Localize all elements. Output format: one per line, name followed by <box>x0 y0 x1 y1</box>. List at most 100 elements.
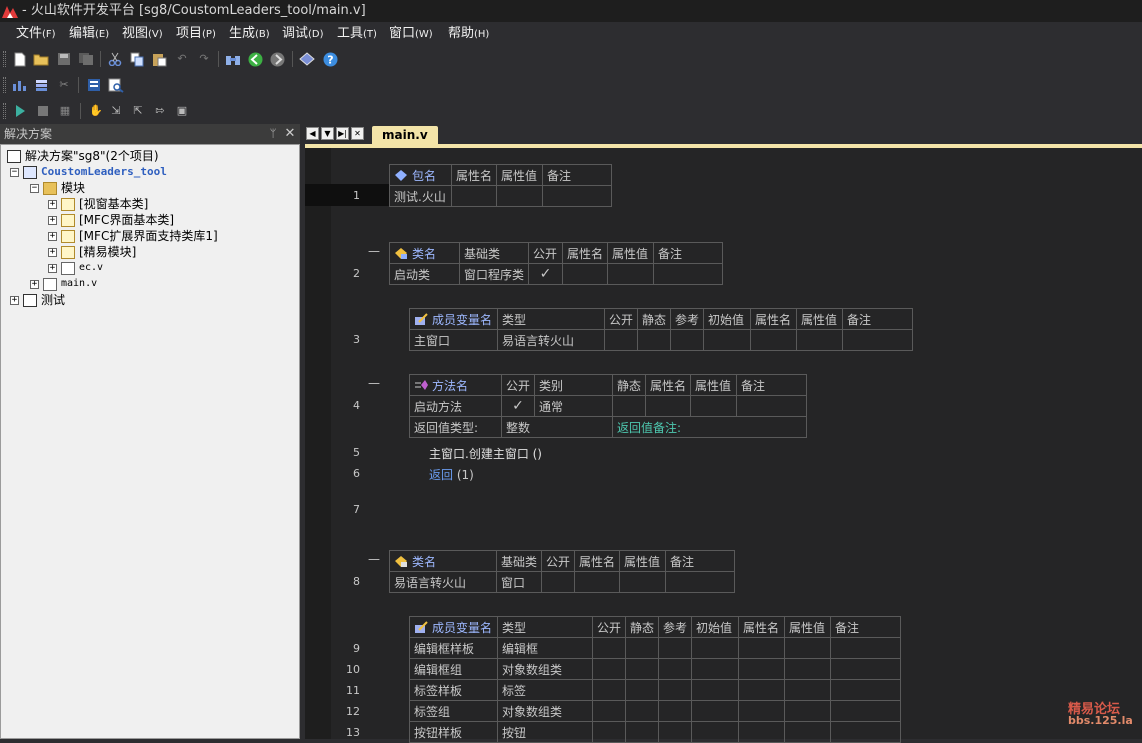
code-line-call[interactable]: 主窗口.创建主窗口 () <box>429 445 542 462</box>
menu-view[interactable]: 视图(V) <box>122 25 163 43</box>
pin-icon[interactable]: ᛘ <box>266 124 280 144</box>
table-cell[interactable] <box>591 637 627 659</box>
table-cell[interactable] <box>784 721 832 743</box>
table-cell[interactable] <box>738 637 786 659</box>
member-type-cell[interactable]: 标签 <box>497 679 593 701</box>
toolbar-grip[interactable] <box>3 51 6 67</box>
table-cell[interactable] <box>784 637 832 659</box>
step-out-icon[interactable]: ⇰ <box>152 103 168 119</box>
table-cell[interactable] <box>658 658 693 680</box>
table-cell[interactable] <box>690 395 738 417</box>
table-cell[interactable] <box>645 395 692 417</box>
member-name-cell[interactable]: 标签样板 <box>409 679 498 701</box>
menu-build[interactable]: 生成(B) <box>229 25 270 43</box>
table-cell[interactable] <box>607 263 655 285</box>
table-cell[interactable] <box>658 637 693 659</box>
tab-list-icon[interactable]: ▼ <box>321 127 334 140</box>
table-cell[interactable] <box>541 571 576 593</box>
table-cell[interactable] <box>830 679 902 701</box>
table-cell[interactable] <box>691 721 740 743</box>
table-cell[interactable] <box>784 679 832 701</box>
table-cell[interactable] <box>738 700 786 722</box>
table-cell[interactable] <box>591 679 627 701</box>
tree-module-item[interactable]: + [视窗基本类] <box>48 196 148 212</box>
menu-edit[interactable]: 编辑(E) <box>69 25 109 43</box>
fold-toggle[interactable]: — <box>368 376 380 390</box>
expand-toggle-icon[interactable]: + <box>48 215 57 225</box>
toolbar-grip[interactable] <box>3 103 6 119</box>
tree-project-test[interactable]: + 测试 <box>10 292 65 308</box>
table-cell[interactable] <box>625 637 660 659</box>
base-class-cell[interactable]: 窗口 <box>495 571 543 593</box>
table-cell[interactable] <box>830 721 902 743</box>
fold-toggle[interactable]: — <box>368 552 380 566</box>
table-row[interactable]: 易语言转火山 窗口 <box>389 571 736 593</box>
table-cell[interactable] <box>658 679 693 701</box>
tree-module-item[interactable]: + [MFC扩展界面支持类库1] <box>48 228 218 244</box>
step-into-icon[interactable]: ⇲ <box>108 103 124 119</box>
table-cell[interactable] <box>842 329 914 351</box>
table-cell[interactable] <box>591 721 627 743</box>
tab-scroll-right-icon[interactable]: ▶| <box>336 127 349 140</box>
menu-file[interactable]: 文件(F) <box>16 25 56 43</box>
method-name-cell[interactable]: 启动方法 <box>409 395 502 417</box>
code-editor[interactable]: 1 2 3 4 5 6 7 8 9 10 11 12 13 — — — 包名 属… <box>305 148 1142 743</box>
new-file-icon[interactable] <box>12 51 28 67</box>
base-class-cell[interactable]: 窗口程序类 <box>458 263 530 285</box>
run-icon[interactable] <box>12 103 28 119</box>
table-cell[interactable] <box>637 329 672 351</box>
table-cell[interactable] <box>625 721 660 743</box>
menu-tools[interactable]: 工具(T) <box>337 25 377 43</box>
cut-icon[interactable] <box>107 51 123 67</box>
table-row[interactable]: 标签样板 标签 <box>409 679 902 701</box>
table-cell[interactable] <box>830 637 902 659</box>
table-cell[interactable] <box>496 185 544 207</box>
tab-scroll-left-icon[interactable]: ◀ <box>306 127 319 140</box>
return-note-area[interactable]: 返回值备注: <box>612 416 808 438</box>
expand-toggle-icon[interactable]: + <box>48 199 57 209</box>
table-cell[interactable] <box>691 679 740 701</box>
code-line-return[interactable]: 返回 (1) <box>429 466 474 483</box>
member-name-cell[interactable]: 编辑框样板 <box>409 637 498 659</box>
expand-toggle-icon[interactable]: + <box>48 231 57 241</box>
expand-toggle-icon[interactable]: + <box>48 263 57 273</box>
member-type-cell[interactable]: 对象数组类 <box>497 658 593 680</box>
tree-solution-root[interactable]: 解决方案"sg8"(2个项目) <box>7 148 159 164</box>
document-icon[interactable] <box>86 77 102 93</box>
table-cell[interactable] <box>603 329 639 351</box>
table-cell[interactable] <box>738 721 786 743</box>
tree-modules-folder[interactable]: − 模块 <box>30 180 85 196</box>
table-row[interactable]: 标签组 对象数组类 <box>409 700 902 722</box>
collapse-toggle-icon[interactable]: − <box>30 183 39 193</box>
redo-icon[interactable]: ↷ <box>196 51 212 67</box>
table-cell[interactable] <box>670 329 705 351</box>
table-cell[interactable] <box>658 700 693 722</box>
table-row[interactable]: 返回值类型: 整数 返回值备注: <box>409 416 808 438</box>
stack-icon[interactable] <box>34 77 50 93</box>
public-check-icon[interactable]: ✓ <box>528 263 564 285</box>
save-icon[interactable] <box>56 51 72 67</box>
expand-toggle-icon[interactable]: + <box>10 295 19 305</box>
preview-icon[interactable] <box>108 77 124 93</box>
table-row[interactable]: 编辑框组 对象数组类 <box>409 658 902 680</box>
class-name-cell[interactable]: 易语言转火山 <box>389 571 497 593</box>
tools-icon[interactable]: ✂ <box>56 77 72 93</box>
table-cell[interactable] <box>665 571 736 593</box>
tab-close-icon[interactable]: ✕ <box>351 127 364 140</box>
table-cell[interactable] <box>658 721 693 743</box>
table-cell[interactable] <box>625 679 660 701</box>
toolbar-grip[interactable] <box>3 77 6 93</box>
member-name-cell[interactable]: 标签组 <box>409 700 498 722</box>
table-cell[interactable] <box>542 185 613 207</box>
table-cell[interactable] <box>562 263 609 285</box>
table-cell[interactable] <box>784 700 832 722</box>
collapse-toggle-icon[interactable]: − <box>10 167 19 177</box>
table-cell[interactable] <box>625 658 660 680</box>
member-name-cell[interactable]: 按钮样板 <box>409 721 498 743</box>
table-cell[interactable] <box>738 679 786 701</box>
table-row[interactable]: 按钮样板 按钮 <box>409 721 902 743</box>
expand-toggle-icon[interactable]: + <box>48 247 57 257</box>
step-over-icon[interactable]: ⇱ <box>130 103 146 119</box>
stop-icon[interactable] <box>35 103 51 119</box>
close-icon[interactable]: ✕ <box>283 124 297 144</box>
